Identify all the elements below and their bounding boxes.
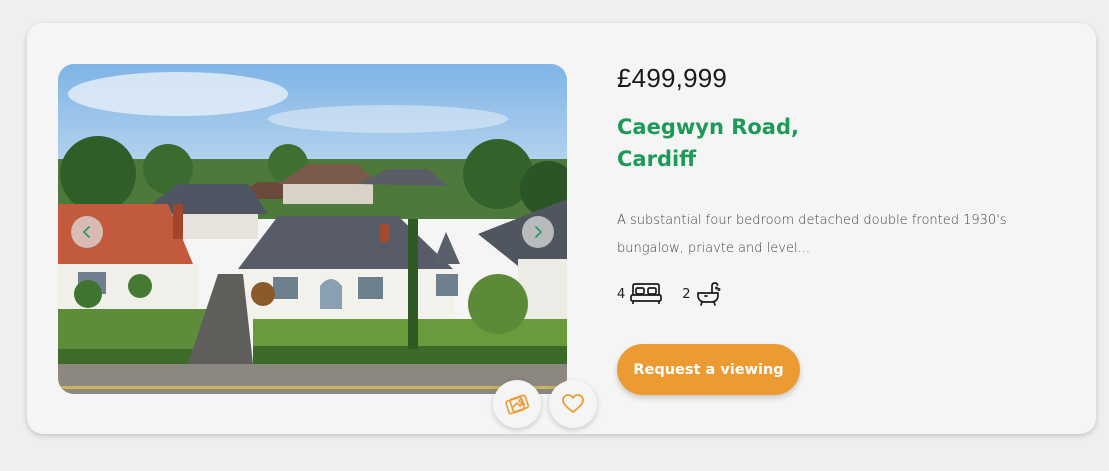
favourite-button[interactable]: [549, 380, 597, 428]
bathrooms-feature: 2: [682, 281, 721, 307]
bed-icon: [630, 283, 663, 304]
address-line-1: Caegwyn Road,: [617, 115, 799, 139]
property-card: £499,999 Caegwyn Road, Cardiff A substan…: [27, 23, 1096, 434]
photos-icon: [505, 394, 530, 415]
chevron-left-icon: [83, 226, 90, 238]
address-line-2: Cardiff: [617, 147, 697, 171]
chevron-right-icon: [535, 226, 542, 238]
next-photo-button[interactable]: [522, 216, 554, 248]
property-photo[interactable]: [58, 64, 567, 394]
photo-gallery-button[interactable]: [493, 380, 541, 428]
bathroom-count: 2: [682, 286, 691, 302]
listing-features: 4 2: [617, 281, 740, 307]
previous-photo-button[interactable]: [71, 216, 103, 248]
property-photo-image: [58, 64, 567, 394]
bath-icon: [696, 282, 721, 306]
bedroom-count: 4: [617, 286, 626, 302]
heart-icon: [562, 394, 584, 413]
bedrooms-feature: 4: [617, 282, 663, 306]
request-viewing-button[interactable]: Request a viewing: [617, 344, 800, 395]
listing-address[interactable]: Caegwyn Road, Cardiff: [617, 111, 917, 175]
listing-description: A substantial four bedroom detached doub…: [617, 213, 1007, 256]
listing-price: £499,999: [617, 63, 728, 93]
